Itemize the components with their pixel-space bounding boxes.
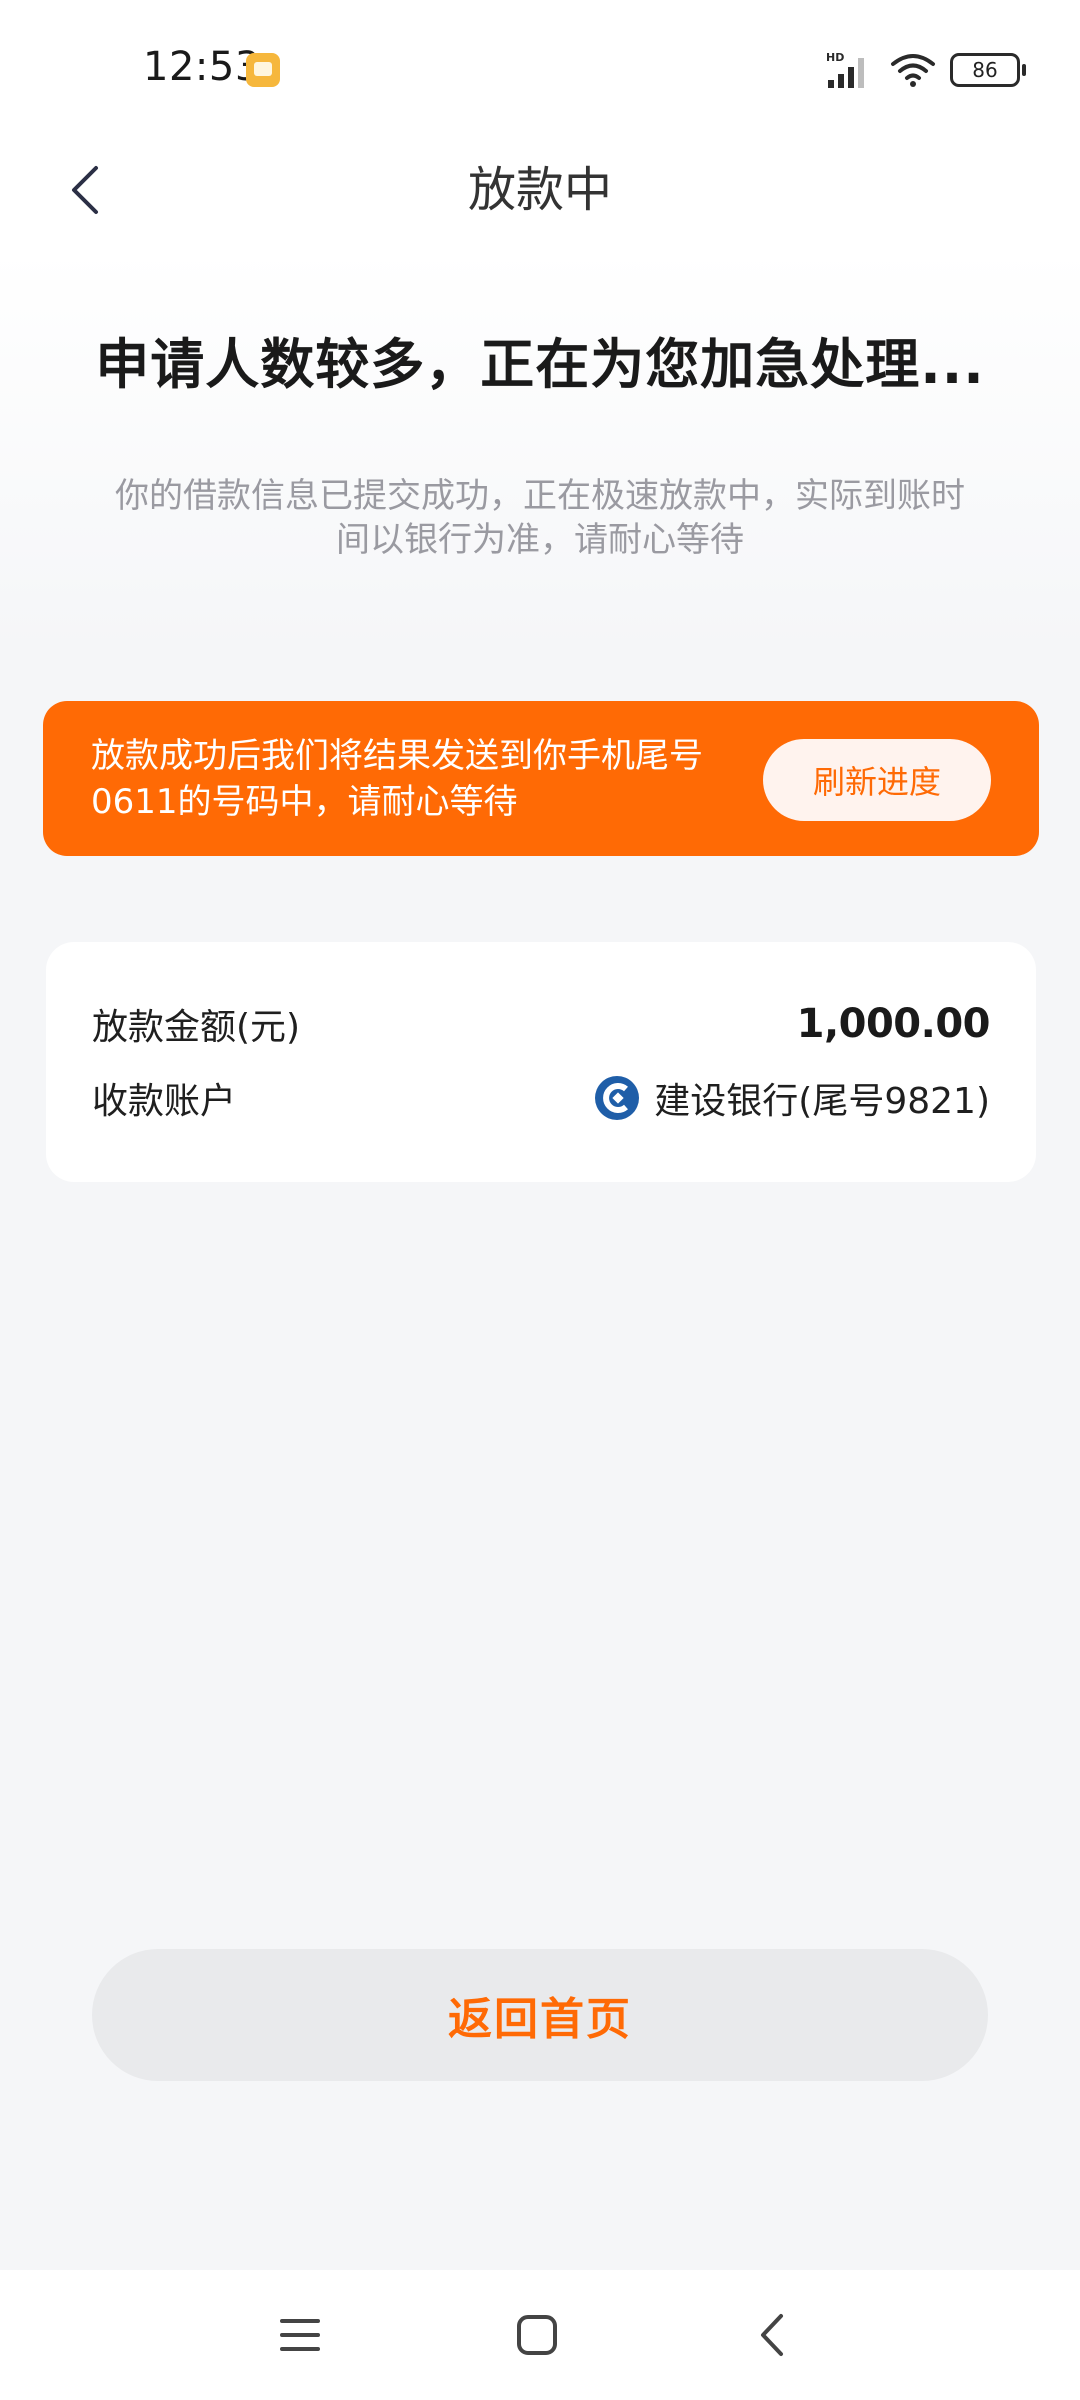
account-row: 收款账户 建设银行(尾号9821) — [92, 1072, 990, 1124]
status-time: 12:53 — [143, 44, 261, 90]
status-bar: 12:53 HD 86 — [0, 0, 1080, 140]
battery-level: 86 — [972, 58, 998, 82]
battery-icon: 86 — [950, 53, 1026, 87]
notification-icon — [246, 53, 280, 87]
nav-menu-button[interactable] — [265, 2300, 335, 2370]
signal-label: HD — [826, 51, 844, 64]
notice-banner: 放款成功后我们将结果发送到你手机尾号0611的号码中，请耐心等待 刷新进度 — [43, 701, 1039, 856]
subline: 你的借款信息已提交成功，正在极速放款中，实际到账时间以银行为准，请耐心等待 — [115, 476, 965, 560]
square-home-icon — [517, 2315, 557, 2355]
banner-text: 放款成功后我们将结果发送到你手机尾号0611的号码中，请耐心等待 — [91, 736, 703, 822]
return-home-button[interactable]: 返回首页 — [92, 1949, 988, 2081]
amount-label: 放款金额(元) — [92, 1007, 301, 1048]
account-value: 建设银行(尾号9821) — [654, 1081, 990, 1122]
account-label: 收款账户 — [92, 1081, 237, 1122]
menu-icon — [280, 2319, 320, 2351]
headline: 申请人数较多，正在为您加急处理... — [95, 333, 985, 396]
account-value-wrap: 建设银行(尾号9821) — [594, 1072, 990, 1124]
amount-row: 放款金额(元) 1,000.00 — [92, 998, 991, 1050]
amount-value: 1,000.00 — [796, 1001, 991, 1047]
signal-icon: HD — [826, 51, 864, 88]
nav-home-button[interactable] — [502, 2300, 572, 2370]
status-icons: HD 86 — [826, 50, 1026, 90]
nav-back-button[interactable] — [737, 2300, 807, 2370]
wifi-icon — [891, 54, 935, 87]
back-icon — [761, 2314, 783, 2356]
ccb-bank-icon — [595, 1076, 640, 1120]
system-nav-bar — [0, 2270, 1080, 2400]
page-title: 放款中 — [467, 162, 612, 218]
loan-info-card: 放款金额(元) 1,000.00 收款账户 建设银行(尾号9821) — [46, 942, 1036, 1182]
refresh-progress-button[interactable]: 刷新进度 — [763, 739, 991, 821]
